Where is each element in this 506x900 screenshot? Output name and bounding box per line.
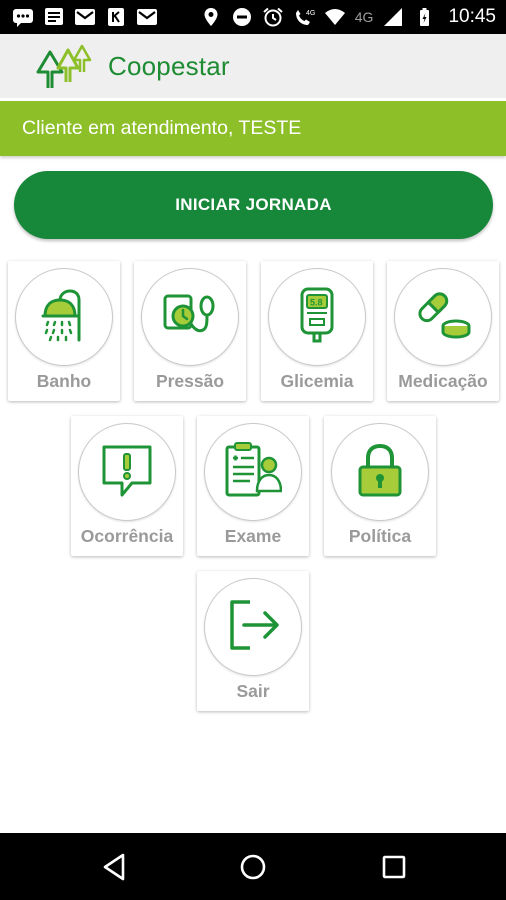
dnd-icon — [231, 7, 253, 27]
trees-logo-icon — [34, 42, 94, 90]
pills-icon — [414, 286, 472, 349]
start-journey-button[interactable]: INICIAR JORNADA — [14, 171, 493, 239]
client-banner: Cliente em atendimento, TESTE — [0, 101, 506, 156]
menu-item-label: Política — [348, 526, 412, 546]
chat-icon — [12, 7, 34, 27]
svg-text:5.8: 5.8 — [310, 297, 323, 307]
menu-item-label: Banho — [36, 371, 92, 391]
navigation-bar — [0, 833, 506, 900]
menu-item-icon-circle — [141, 268, 239, 366]
menu-item-sair[interactable]: Sair — [197, 571, 309, 711]
menu-item-medicacao[interactable]: Medicação — [387, 261, 499, 401]
menu-item-label: Medicação — [398, 371, 488, 391]
glucometer-icon: 5.8 — [288, 286, 346, 349]
menu-item-pressao[interactable]: Pressão — [134, 261, 246, 401]
menu-item-icon-circle: 5.8 — [268, 268, 366, 366]
signal-icon — [382, 7, 404, 27]
menu-item-label: Ocorrência — [80, 526, 174, 546]
menu-item-icon-circle — [394, 268, 492, 366]
menu-item-icon-circle — [331, 423, 429, 521]
battery-icon — [413, 7, 435, 27]
menu-item-icon-circle — [204, 578, 302, 676]
menu-item-label: Pressão — [155, 371, 225, 391]
menu-item-glicemia[interactable]: 5.8 Glicemia — [261, 261, 373, 401]
status-notifications — [12, 7, 158, 27]
menu-item-label: Glicemia — [280, 371, 354, 391]
menu-item-icon-circle — [78, 423, 176, 521]
shower-icon — [35, 286, 93, 349]
menu-item-icon-circle — [204, 423, 302, 521]
menu-item-label: Exame — [224, 526, 282, 546]
gmail-icon — [136, 7, 158, 27]
app-bar: Coopestar — [0, 34, 506, 98]
clock: 10:45 — [448, 6, 496, 27]
notes-icon — [43, 7, 65, 27]
recents-icon[interactable] — [378, 851, 410, 883]
menu-item-label: Sair — [236, 681, 270, 701]
menu-item-icon-circle — [15, 268, 113, 366]
alert-message-icon — [98, 441, 156, 504]
status-system: 4G 4G 10:45 — [200, 6, 496, 28]
back-icon[interactable] — [99, 851, 131, 883]
menu-item-politica[interactable]: Política — [324, 416, 436, 556]
padlock-icon — [351, 441, 409, 504]
location-icon — [200, 7, 222, 27]
blood-pressure-icon — [161, 286, 219, 349]
wifi-call-icon: 4G — [293, 7, 315, 27]
wifi-icon — [324, 7, 346, 27]
home-icon[interactable] — [237, 851, 269, 883]
menu-item-ocorrencia[interactable]: Ocorrência — [71, 416, 183, 556]
gmail-icon — [74, 7, 96, 27]
medical-report-icon — [224, 441, 283, 504]
status-bar: 4G 4G 10:45 — [0, 0, 506, 34]
menu-item-exame[interactable]: Exame — [197, 416, 309, 556]
svg-text:4G: 4G — [306, 10, 315, 17]
alarm-icon — [262, 7, 284, 27]
network-type-label: 4G — [354, 9, 374, 25]
app-title: Coopestar — [108, 50, 230, 81]
app-icon — [105, 7, 127, 27]
logout-icon — [224, 596, 282, 659]
menu-item-banho[interactable]: Banho — [8, 261, 120, 401]
client-status-text: Cliente em atendimento, TESTE — [22, 117, 302, 139]
